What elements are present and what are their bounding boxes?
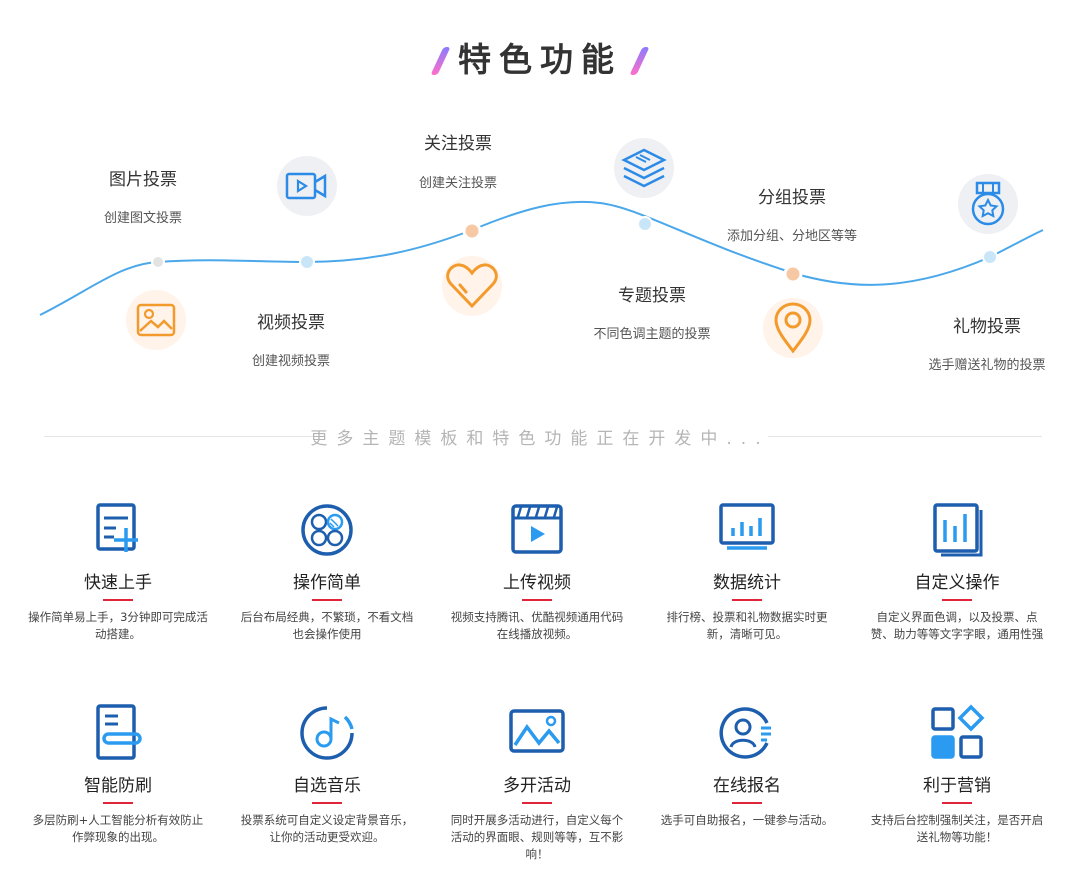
timeline-item-title: 图片投票 [109,170,177,190]
heart-icon [442,256,502,316]
user-signup-icon [719,707,771,759]
landscape-icon [509,709,565,753]
location-pin-icon [763,298,823,358]
title-underline [732,599,762,601]
timeline-item-desc: 添加分组、分地区等等 [726,229,858,244]
feature-desc: 同时开展多活动进行，自定义每个活动的界面眼、规则等等，互不影响！ [450,813,624,861]
feature-title: 操作简单 [293,573,361,593]
timeline-item-desc: 创建视频投票 [251,354,331,369]
title-underline [312,802,342,804]
feature-desc: 自定义界面色调，以及投票、点赞、助力等等文字字眼，通用性强 [870,610,1044,641]
image-icon [126,290,186,350]
feature-card-data-statistics: 数据统计 排行榜、投票和礼物数据实时更新，清晰可见。 [657,500,837,643]
title-underline [522,802,552,804]
timeline-item-title: 分组投票 [758,188,826,208]
medal-icon [958,174,1018,234]
feature-desc: 排行榜、投票和礼物数据实时更新，清晰可见。 [666,610,828,641]
feature-card-easy-operation: 操作简单 后台布局经典，不繁琐，不看文档也会操作使用 [237,500,417,643]
timeline-dot [462,221,482,241]
grid-circle-icon [301,504,353,556]
video-icon [277,156,337,216]
title-underline [522,599,552,601]
title-underline [103,802,133,804]
feature-card-multi-activity: 多开活动 同时开展多活动进行，自定义每个活动的界面眼、规则等等，互不影响！ [447,703,627,863]
feature-card-upload-video: 上传视频 视频支持腾讯、优酷视频通用代码在线播放视频。 [447,500,627,643]
anti-fraud-icon [96,704,142,760]
feature-title: 快速上手 [84,573,152,593]
timeline-dot [299,254,315,270]
timeline-item-title: 礼物投票 [953,317,1021,337]
feature-title: 在线报名 [713,776,781,796]
title-underline [942,599,972,601]
marketing-blocks-icon [931,704,985,759]
feature-desc: 后台布局经典，不繁琐，不看文档也会操作使用 [240,610,414,641]
monitor-chart-icon [719,503,775,550]
quick-start-icon [96,503,138,552]
layers-icon [614,138,674,198]
timeline-dot [151,255,165,269]
timeline-item-desc: 创建关注投票 [418,176,498,191]
feature-card-music: 自选音乐 投票系统可自定义设定背景音乐，让你的活动更受欢迎。 [237,703,417,846]
video-upload-icon [511,504,563,554]
feature-title: 利于营销 [923,776,991,796]
timeline-dot [982,249,998,265]
feature-card-marketing: 利于营销 支持后台控制强制关注，是否开启送礼物等功能！ [867,703,1047,846]
feature-desc: 操作简单易上手，3分钟即可完成活动搭建。 [28,610,208,641]
timeline-item-title: 视频投票 [257,313,325,333]
title-underline [732,802,762,804]
timeline-item-title: 专题投票 [618,286,686,306]
feature-card-online-signup: 在线报名 选手可自助报名，一键参与活动。 [657,703,837,829]
feature-card-custom-operation: 自定义操作 自定义界面色调，以及投票、点赞、助力等等文字字眼，通用性强 [867,500,1047,643]
feature-title: 智能防刷 [84,776,152,796]
timeline-item-desc: 不同色调主题的投票 [593,327,711,342]
section-subtitle: 更多主题模板和特色功能正在开发中... [310,429,770,449]
feature-desc: 投票系统可自定义设定背景音乐，让你的活动更受欢迎。 [240,813,414,844]
title-underline [103,599,133,601]
feature-title: 自定义操作 [914,573,1000,593]
timeline-dot [637,216,653,232]
timeline-item-desc: 创建图文投票 [103,211,183,226]
feature-title: 自选音乐 [293,776,361,796]
feature-desc: 视频支持腾讯、优酷视频通用代码在线播放视频。 [450,610,624,641]
feature-desc: 选手可自助报名，一键参与活动。 [660,813,834,827]
feature-card-quick-start: 快速上手 操作简单易上手，3分钟即可完成活动搭建。 [28,500,208,643]
title-underline [942,802,972,804]
timeline-item-desc: 选手赠送礼物的投票 [928,358,1046,373]
feature-title: 数据统计 [713,573,781,593]
feature-title: 上传视频 [503,573,571,593]
feature-card-anti-fraud: 智能防刷 多层防刷+人工智能分析有效防止作弊现象的出现。 [28,703,208,846]
feature-desc: 支持后台控制强制关注，是否开启送礼物等功能！ [870,813,1044,844]
timeline-item-title: 关注投票 [424,134,492,154]
title-underline [312,599,342,601]
custom-bars-icon [933,503,983,557]
feature-title: 多开活动 [503,776,571,796]
feature-desc: 多层防刷+人工智能分析有效防止作弊现象的出现。 [32,813,204,844]
music-icon [300,706,354,760]
timeline-dot [783,264,803,284]
